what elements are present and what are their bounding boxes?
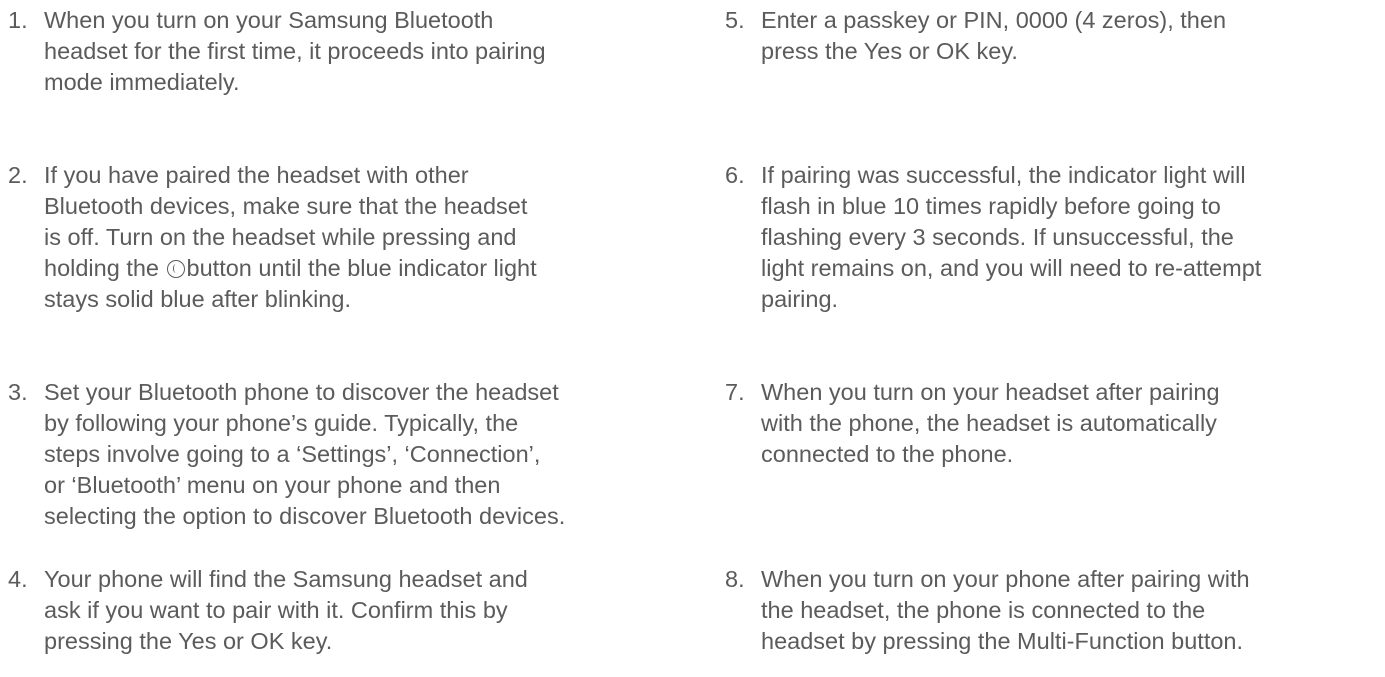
step-6: 6. If pairing was successful, the indica… [725,160,1375,315]
step-line: Bluetooth devices, make sure that the he… [44,193,528,219]
step-line-part: holding the [44,255,159,281]
call-button-icon [166,260,185,278]
step-number: 1. [8,7,28,33]
step-2: 2. If you have paired the headset with o… [8,160,688,315]
step-text: When you turn on your Samsung Bluetooth … [44,5,688,98]
step-text: Your phone will find the Samsung headset… [44,564,688,657]
step-line: Set your Bluetooth phone to discover the… [44,379,559,405]
step-line: flash in blue 10 times rapidly before go… [761,193,1221,219]
step-1: 1. When you turn on your Samsung Bluetoo… [8,5,688,98]
step-line: by following your phone’s guide. Typical… [44,410,519,436]
step-line: ask if you want to pair with it. Confirm… [44,597,508,623]
step-line: When you turn on your Samsung Bluetooth [44,7,494,33]
step-line: If pairing was successful, the indicator… [761,162,1246,188]
step-text: If pairing was successful, the indicator… [761,160,1375,315]
step-line: headset for the first time, it proceeds … [44,38,546,64]
step-line: When you turn on your phone after pairin… [761,566,1250,592]
step-line: steps involve going to a ‘Settings’, ‘Co… [44,441,541,467]
step-line: pressing the Yes or OK key. [44,628,333,654]
step-text: When you turn on your phone after pairin… [761,564,1375,657]
step-line: connected to the phone. [761,441,1014,467]
step-text: When you turn on your headset after pair… [761,377,1375,470]
step-line: flashing every 3 seconds. If unsuccessfu… [761,224,1234,250]
step-number: 6. [725,162,745,188]
step-number: 2. [8,162,28,188]
step-8: 8. When you turn on your phone after pai… [725,564,1375,657]
step-line: press the Yes or OK key. [761,38,1018,64]
step-line: mode immediately. [44,69,240,95]
instruction-page: 1. When you turn on your Samsung Bluetoo… [0,0,1385,677]
step-3: 3. Set your Bluetooth phone to discover … [8,377,688,532]
step-line: selecting the option to discover Bluetoo… [44,503,566,529]
step-number: 7. [725,379,745,405]
step-line: headset by pressing the Multi-Function b… [761,628,1244,654]
step-line: is off. Turn on the headset while pressi… [44,224,517,250]
step-7: 7. When you turn on your headset after p… [725,377,1375,470]
step-number: 3. [8,379,28,405]
step-line: When you turn on your headset after pair… [761,379,1220,405]
step-line: with the phone, the headset is automatic… [761,410,1217,436]
step-line: light remains on, and you will need to r… [761,255,1262,281]
step-5: 5. Enter a passkey or PIN, 0000 (4 zeros… [725,5,1375,67]
step-line: stays solid blue after blinking. [44,286,351,312]
step-number: 4. [8,566,28,592]
step-line: pairing. [761,286,839,312]
step-number: 5. [725,7,745,33]
step-line-part: button until the blue indicator light [186,255,537,281]
step-4: 4. Your phone will find the Samsung head… [8,564,688,657]
step-line-with-icon: holding the button until the blue indica… [44,253,688,284]
step-line: Enter a passkey or PIN, 0000 (4 zeros), … [761,7,1227,33]
step-text: If you have paired the headset with othe… [44,160,688,315]
step-line: Your phone will find the Samsung headset… [44,566,528,592]
step-line: If you have paired the headset with othe… [44,162,469,188]
step-number: 8. [725,566,745,592]
step-line: the headset, the phone is connected to t… [761,597,1206,623]
step-text: Set your Bluetooth phone to discover the… [44,377,688,532]
step-text: Enter a passkey or PIN, 0000 (4 zeros), … [761,5,1375,67]
step-line: or ‘Bluetooth’ menu on your phone and th… [44,472,501,498]
